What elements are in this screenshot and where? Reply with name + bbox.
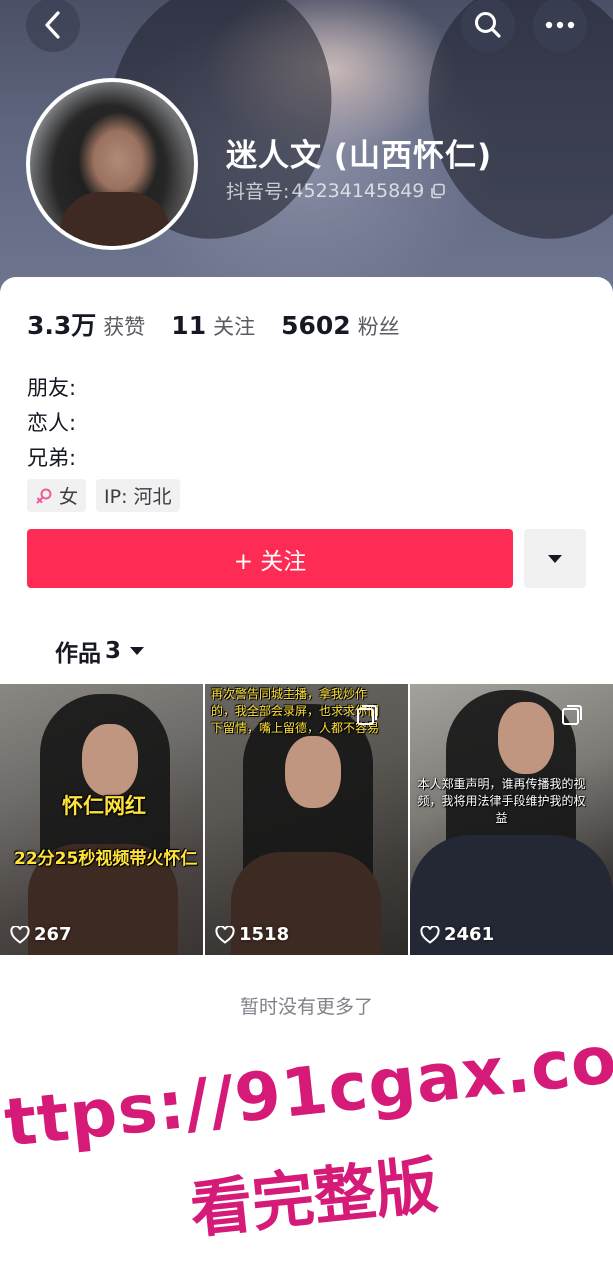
- multi-image-icon: [562, 705, 582, 725]
- ip-tag: IP: 河北: [96, 479, 180, 512]
- video-thumbnail[interactable]: 再次警告同城主播，拿我炒作的，我全部会录屏，也求求你们下留情，嘴上留德，人都不容…: [205, 684, 408, 955]
- female-icon: [36, 488, 52, 503]
- stat-label: 获赞: [103, 315, 146, 339]
- stat-label: 关注: [213, 315, 256, 339]
- search-button[interactable]: [461, 0, 515, 52]
- multi-image-icon: [357, 705, 377, 725]
- video-likes-count: 1518: [239, 924, 290, 945]
- avatar-photo: [60, 192, 170, 246]
- thumbnail-photo: [498, 702, 554, 774]
- video-likes: 2461: [420, 924, 494, 945]
- profile-stats: 3.3万 获赞 11 关注 5602 粉丝: [27, 306, 426, 342]
- video-thumbnail[interactable]: 本人郑重声明，谁再传播我的视频，我将用法律手段维护我的权益 2461: [410, 684, 613, 955]
- follow-button[interactable]: + 关注: [27, 529, 513, 588]
- more-button[interactable]: [533, 0, 587, 52]
- tab-works[interactable]: 作品 3: [55, 634, 145, 668]
- recommend-dropdown-button[interactable]: [524, 529, 586, 588]
- thumbnail-photo: [82, 724, 138, 796]
- douyin-id-label: 抖音号:: [226, 181, 290, 203]
- heart-icon: [420, 925, 440, 944]
- stat-value: 5602: [281, 311, 351, 340]
- douyin-id-value: 45234145849: [291, 179, 425, 202]
- gender-tag: 女: [27, 479, 87, 512]
- video-overlay-subtitle: 22分25秒视频带火怀仁: [14, 849, 198, 869]
- profile-tags: 女 IP: 河北: [27, 479, 180, 512]
- ip-label: IP: 河北: [104, 486, 172, 508]
- tab-works-label: 作品: [55, 641, 101, 667]
- stat-value: 11: [171, 311, 207, 340]
- stat-value: 3.3万: [27, 311, 97, 340]
- bio-line: 恋人:: [27, 411, 77, 435]
- douyin-id[interactable]: 抖音号: 45234145849: [226, 177, 446, 204]
- video-thumbnail[interactable]: 怀仁网红 22分25秒视频带火怀仁 267: [0, 684, 203, 955]
- video-overlay-text: 再次警告同城主播，拿我炒作的，我全部会录屏，也求求你们下留情，嘴上留德，人都不容…: [211, 687, 380, 735]
- bio-line: 兄弟:: [27, 446, 77, 470]
- stat-following[interactable]: 11 关注: [171, 311, 255, 341]
- stat-followers[interactable]: 5602 粉丝: [281, 311, 400, 341]
- video-overlay-title: 怀仁网红: [62, 794, 146, 818]
- back-button[interactable]: [26, 0, 80, 52]
- video-grid: 怀仁网红 22分25秒视频带火怀仁 267 再次警告同城主播，拿我炒作的，我全部…: [0, 684, 613, 955]
- video-overlay-text: 本人郑重声明，谁再传播我的视频，我将用法律手段维护我的权益: [417, 777, 586, 825]
- gender-label: 女: [59, 486, 79, 508]
- chevron-left-icon: [45, 11, 60, 39]
- video-likes-count: 2461: [444, 924, 495, 945]
- video-likes-count: 267: [34, 924, 72, 945]
- avatar[interactable]: [26, 78, 198, 250]
- profile-bio: 朋友: 恋人: 兄弟:: [27, 371, 76, 476]
- profile-name: 迷人文 (山西怀仁): [226, 138, 493, 174]
- bio-line: 朋友:: [27, 376, 77, 400]
- tab-works-count: 3: [105, 638, 122, 664]
- copy-icon[interactable]: [430, 183, 446, 199]
- video-likes: 1518: [215, 924, 289, 945]
- caret-down-icon: [130, 647, 145, 655]
- stat-likes[interactable]: 3.3万 获赞: [27, 306, 145, 342]
- more-dots-icon: [545, 21, 575, 29]
- thumbnail-photo: [285, 736, 341, 808]
- stat-label: 粉丝: [357, 315, 400, 339]
- heart-icon: [10, 925, 30, 944]
- heart-icon: [215, 925, 235, 944]
- video-likes: 267: [10, 924, 72, 945]
- no-more-content: 暂时没有更多了: [239, 996, 373, 1018]
- caret-down-icon: [548, 554, 562, 563]
- search-icon: [475, 12, 501, 38]
